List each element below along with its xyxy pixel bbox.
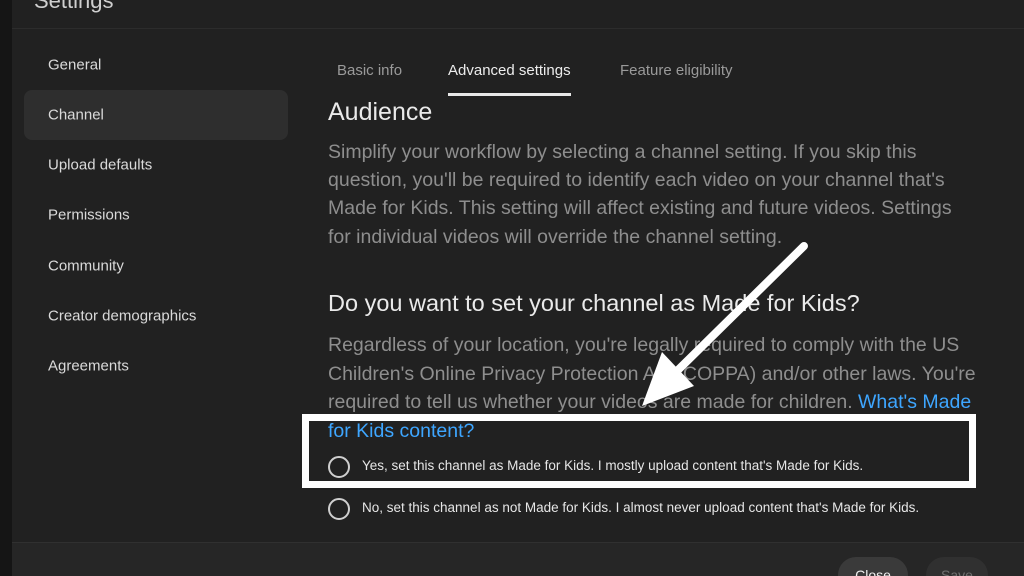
radio-no-label: No, set this channel as not Made for Kid… xyxy=(362,500,920,515)
radio-yes-label: Yes, set this channel as Made for Kids. … xyxy=(362,458,864,473)
sidebar-item-agreements[interactable]: Agreements xyxy=(24,341,288,391)
dialog-title: Settings xyxy=(34,0,114,13)
sidebar-item-community[interactable]: Community xyxy=(24,241,288,291)
sidebar-item-permissions[interactable]: Permissions xyxy=(24,190,288,240)
sidebar-item-label: Permissions xyxy=(48,206,130,224)
made-for-kids-question: Do you want to set your channel as Made … xyxy=(328,290,860,316)
settings-dialog: Settings General Channel Upload defaults… xyxy=(12,0,1024,576)
tab-label: Feature eligibility xyxy=(620,62,733,79)
sidebar-item-label: Agreements xyxy=(48,357,129,375)
save-button[interactable]: Save xyxy=(926,557,988,576)
sidebar-item-channel[interactable]: Channel xyxy=(24,90,288,140)
radio-no[interactable] xyxy=(328,498,350,520)
sidebar-item-upload-defaults[interactable]: Upload defaults xyxy=(24,140,288,190)
sidebar-item-label: Channel xyxy=(48,106,104,124)
tab-advanced-settings[interactable]: Advanced settings xyxy=(448,50,571,96)
tab-label: Advanced settings xyxy=(448,62,571,79)
tab-feature-eligibility[interactable]: Feature eligibility xyxy=(620,50,733,96)
sidebar-item-label: General xyxy=(48,56,102,74)
dialog-header: Settings xyxy=(12,0,1024,29)
radio-yes[interactable] xyxy=(328,456,350,478)
tab-label: Basic info xyxy=(337,62,403,79)
sidebar-item-label: Community xyxy=(48,257,124,275)
dialog-footer: Close Save xyxy=(12,542,1024,576)
sidebar-item-creator-demographics[interactable]: Creator demographics xyxy=(24,291,288,341)
sidebar-item-general[interactable]: General xyxy=(24,40,288,90)
coppa-legal-text: Regardless of your location, you're lega… xyxy=(328,331,978,445)
tab-basic-info[interactable]: Basic info xyxy=(337,50,402,96)
sidebar-item-label: Creator demographics xyxy=(48,307,197,325)
sidebar-item-label: Upload defaults xyxy=(48,156,153,174)
close-button[interactable]: Close xyxy=(838,557,908,576)
audience-description: Simplify your workflow by selecting a ch… xyxy=(328,141,952,248)
section-heading-audience: Audience xyxy=(328,98,433,126)
